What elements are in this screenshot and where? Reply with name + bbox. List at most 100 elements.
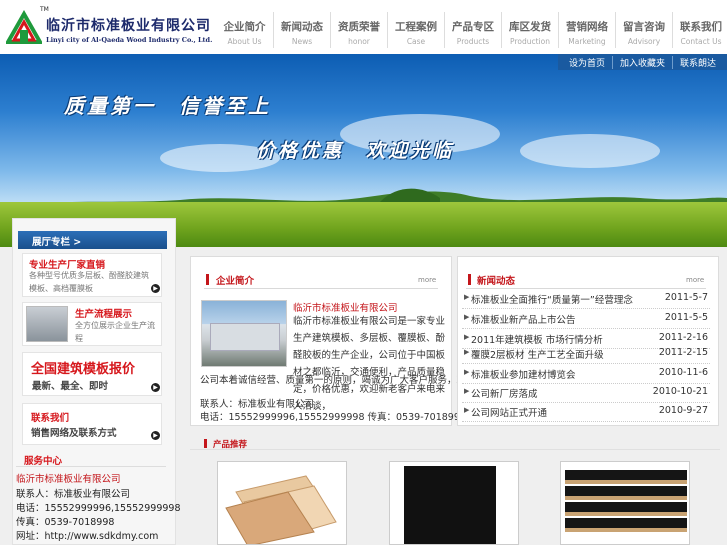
news-item[interactable]: ▶ 标准板业参加建材博览会 2010-11-6 — [462, 364, 710, 384]
news-more-link[interactable]: more — [686, 276, 704, 284]
section-marker — [204, 439, 207, 448]
news-item[interactable]: ▶ 覆膜2层板材 生产工艺全面升级 2011-2-15 — [462, 344, 710, 364]
about-phone: 电话：15552999996,15552999998 传真：0539-70189… — [200, 412, 466, 423]
nav-label: 库区发货 — [509, 21, 551, 33]
service-contact: 联系人：标准板业有限公司 — [16, 489, 131, 500]
product-thumb-film-board[interactable] — [389, 461, 519, 545]
nav-sublabel: Contact Us — [680, 37, 722, 46]
plywood-stack-image — [225, 475, 337, 544]
news-item[interactable]: ▶ 标准板业新产品上市公告 2011-5-5 — [462, 309, 710, 329]
sidebar-box-title: 全国建筑模板报价 — [31, 362, 136, 377]
process-thumbnail — [26, 306, 68, 342]
service-divider — [16, 466, 166, 467]
set-homepage-link[interactable]: 设为首页 — [562, 56, 612, 69]
news-item-title: 标准板业全面推行“质量第一”经营理念 — [471, 295, 633, 306]
black-board-image — [404, 466, 496, 544]
nav-contact[interactable]: 联系我们 Contact Us — [672, 12, 727, 48]
news-item[interactable]: ▶ 公司新厂房落成 2010-10-21 — [462, 383, 710, 403]
nav-news[interactable]: 新闻动态 News — [273, 12, 330, 48]
bullet-icon: ▶ — [464, 293, 470, 301]
service-website[interactable]: 网址：http://www.sdkdmy.com — [16, 528, 158, 542]
sidebar-box-subtitle: 最新、最全、即时 — [32, 381, 109, 392]
about-contact: 联系人：标准板业有限公司 — [200, 399, 315, 410]
top-utility-bar: 设为首页 加入收藏夹 联系朗达 — [557, 54, 727, 70]
factory-photo[interactable] — [201, 300, 287, 367]
news-item-date: 2010-11-6 — [658, 367, 708, 378]
news-item-title: 标准板业参加建材博览会 — [471, 370, 576, 381]
nav-case[interactable]: 工程案例 Case — [387, 12, 444, 48]
add-favorite-link[interactable]: 加入收藏夹 — [611, 55, 672, 69]
arrow-right-icon: ▶ — [151, 431, 160, 440]
nav-sublabel: Advisory — [627, 37, 661, 46]
sidebar-box-text: 各种型号优质多层板、酚醛胶建筑模板、高档覆膜板 — [29, 271, 149, 293]
trademark-mark: TM — [40, 6, 49, 13]
service-phone: 电话：15552999996,15552999998 — [16, 503, 181, 514]
news-item[interactable]: ▶ 标准板业全面推行“质量第一”经营理念 2011-5-7 — [462, 289, 710, 309]
product-thumb-plywood[interactable] — [217, 461, 347, 545]
cloud-shape — [520, 134, 660, 168]
nav-label: 产品专区 — [452, 21, 494, 33]
nav-label: 企业简介 — [223, 21, 266, 33]
about-heading[interactable]: 临沂市标准板业有限公司 — [293, 300, 398, 314]
contact-link[interactable]: 联系朗达 — [671, 55, 723, 69]
product-thumb-stack[interactable] — [560, 461, 690, 545]
section-marker — [206, 274, 209, 285]
sidebar-box-title: 联系我们 — [31, 413, 70, 424]
about-title-rule — [204, 288, 438, 289]
bullet-icon: ▶ — [464, 368, 470, 376]
arrow-right-icon: ▶ — [151, 383, 160, 392]
news-item-title: 标准板业新产品上市公告 — [471, 315, 576, 326]
nav-sublabel: Marketing — [568, 37, 606, 46]
nav-advisory[interactable]: 留言咨询 Advisory — [615, 12, 672, 48]
nav-sublabel: Products — [456, 37, 490, 46]
nav-sublabel: honor — [348, 37, 370, 46]
banner-slogan-1: 质量第一 信誉至上 — [64, 94, 271, 118]
nav-label: 新闻动态 — [281, 21, 323, 33]
nav-about[interactable]: 企业简介 About Us — [216, 12, 273, 48]
news-item-date: 2011-2-15 — [658, 347, 708, 358]
service-company: 临沂市标准板业有限公司 — [16, 474, 121, 485]
company-name-en: Linyi city of Al-Qaeda Wood Industry Co.… — [46, 36, 213, 44]
sidebar-box-title: 生产流程展示 — [75, 309, 133, 320]
products-header — [190, 432, 720, 450]
nav-sublabel: Production — [510, 37, 550, 46]
bullet-icon: ▶ — [464, 348, 470, 356]
logo-mark-icon — [6, 10, 42, 44]
news-item-title: 公司网站正式开通 — [471, 408, 548, 419]
banner-slogan-2: 价格优惠 欢迎光临 — [256, 140, 455, 162]
news-item-date: 2011-2-16 — [658, 332, 708, 343]
company-name-cn: 临沂市标准板业有限公司 — [46, 18, 211, 34]
company-logo[interactable]: TM 临沂市标准板业有限公司 Linyi city of Al-Qaeda Wo… — [4, 4, 214, 50]
nav-products[interactable]: 产品专区 Products — [444, 12, 501, 48]
main-nav: 企业简介 About Us 新闻动态 News 资质荣誉 honor 工程案例 Case… — [216, 12, 727, 48]
arrow-right-icon: ▶ — [151, 284, 160, 293]
nav-label: 留言咨询 — [623, 21, 665, 33]
sidebar-box-subtitle: 销售网络及联系方式 — [31, 428, 117, 439]
nav-label: 工程案例 — [395, 21, 437, 33]
board-stack-image — [565, 470, 687, 532]
about-title: 企业简介 — [216, 276, 255, 287]
factory-building-shape — [210, 323, 280, 351]
bullet-icon: ▶ — [464, 406, 470, 414]
sidebar-header[interactable]: 展厅专栏 > — [18, 231, 167, 249]
nav-sublabel: About Us — [227, 37, 262, 46]
news-item[interactable]: ▶ 公司网站正式开通 2010-9-27 — [462, 402, 710, 422]
nav-label: 资质荣誉 — [338, 21, 380, 33]
section-marker — [468, 274, 471, 285]
news-item-date: 2010-10-21 — [652, 386, 708, 397]
site-header: TM 临沂市标准板业有限公司 Linyi city of Al-Qaeda Wo… — [0, 0, 727, 54]
nav-sublabel: News — [291, 37, 313, 46]
news-title: 新闻动态 — [477, 276, 516, 287]
news-item-date: 2010-9-27 — [658, 405, 708, 416]
news-item-title: 公司新厂房落成 — [471, 389, 538, 400]
news-item-date: 2011-5-5 — [664, 312, 708, 323]
nav-label: 营销网络 — [566, 21, 608, 33]
products-title: 产品推荐 — [213, 440, 248, 450]
nav-marketing[interactable]: 营销网络 Marketing — [558, 12, 615, 48]
nav-honor[interactable]: 资质荣誉 honor — [330, 12, 387, 48]
bullet-icon: ▶ — [464, 387, 470, 395]
service-fax: 传真：0539-7018998 — [16, 517, 115, 528]
nav-production[interactable]: 库区发货 Production — [501, 12, 558, 48]
about-more-link[interactable]: more — [418, 276, 436, 284]
nav-label: 联系我们 — [680, 21, 722, 33]
